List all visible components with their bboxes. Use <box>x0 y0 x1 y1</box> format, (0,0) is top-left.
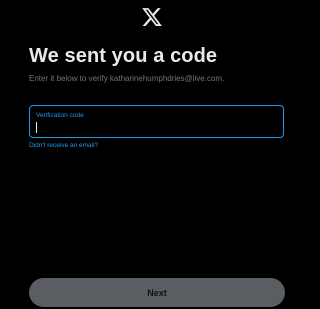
verification-code-field[interactable]: Verification code <box>29 105 284 138</box>
verification-code-label: Verification code <box>36 112 84 119</box>
text-caret <box>36 122 37 133</box>
x-logo-icon <box>140 6 164 28</box>
page-subtitle: Enter it below to verify katharinehumphd… <box>29 74 225 83</box>
page-title: We sent you a code <box>29 45 218 67</box>
next-button[interactable]: Next <box>29 278 285 307</box>
x-logo-graphic <box>142 8 162 26</box>
resend-code-link[interactable]: Didn't receive an email? <box>29 142 98 149</box>
